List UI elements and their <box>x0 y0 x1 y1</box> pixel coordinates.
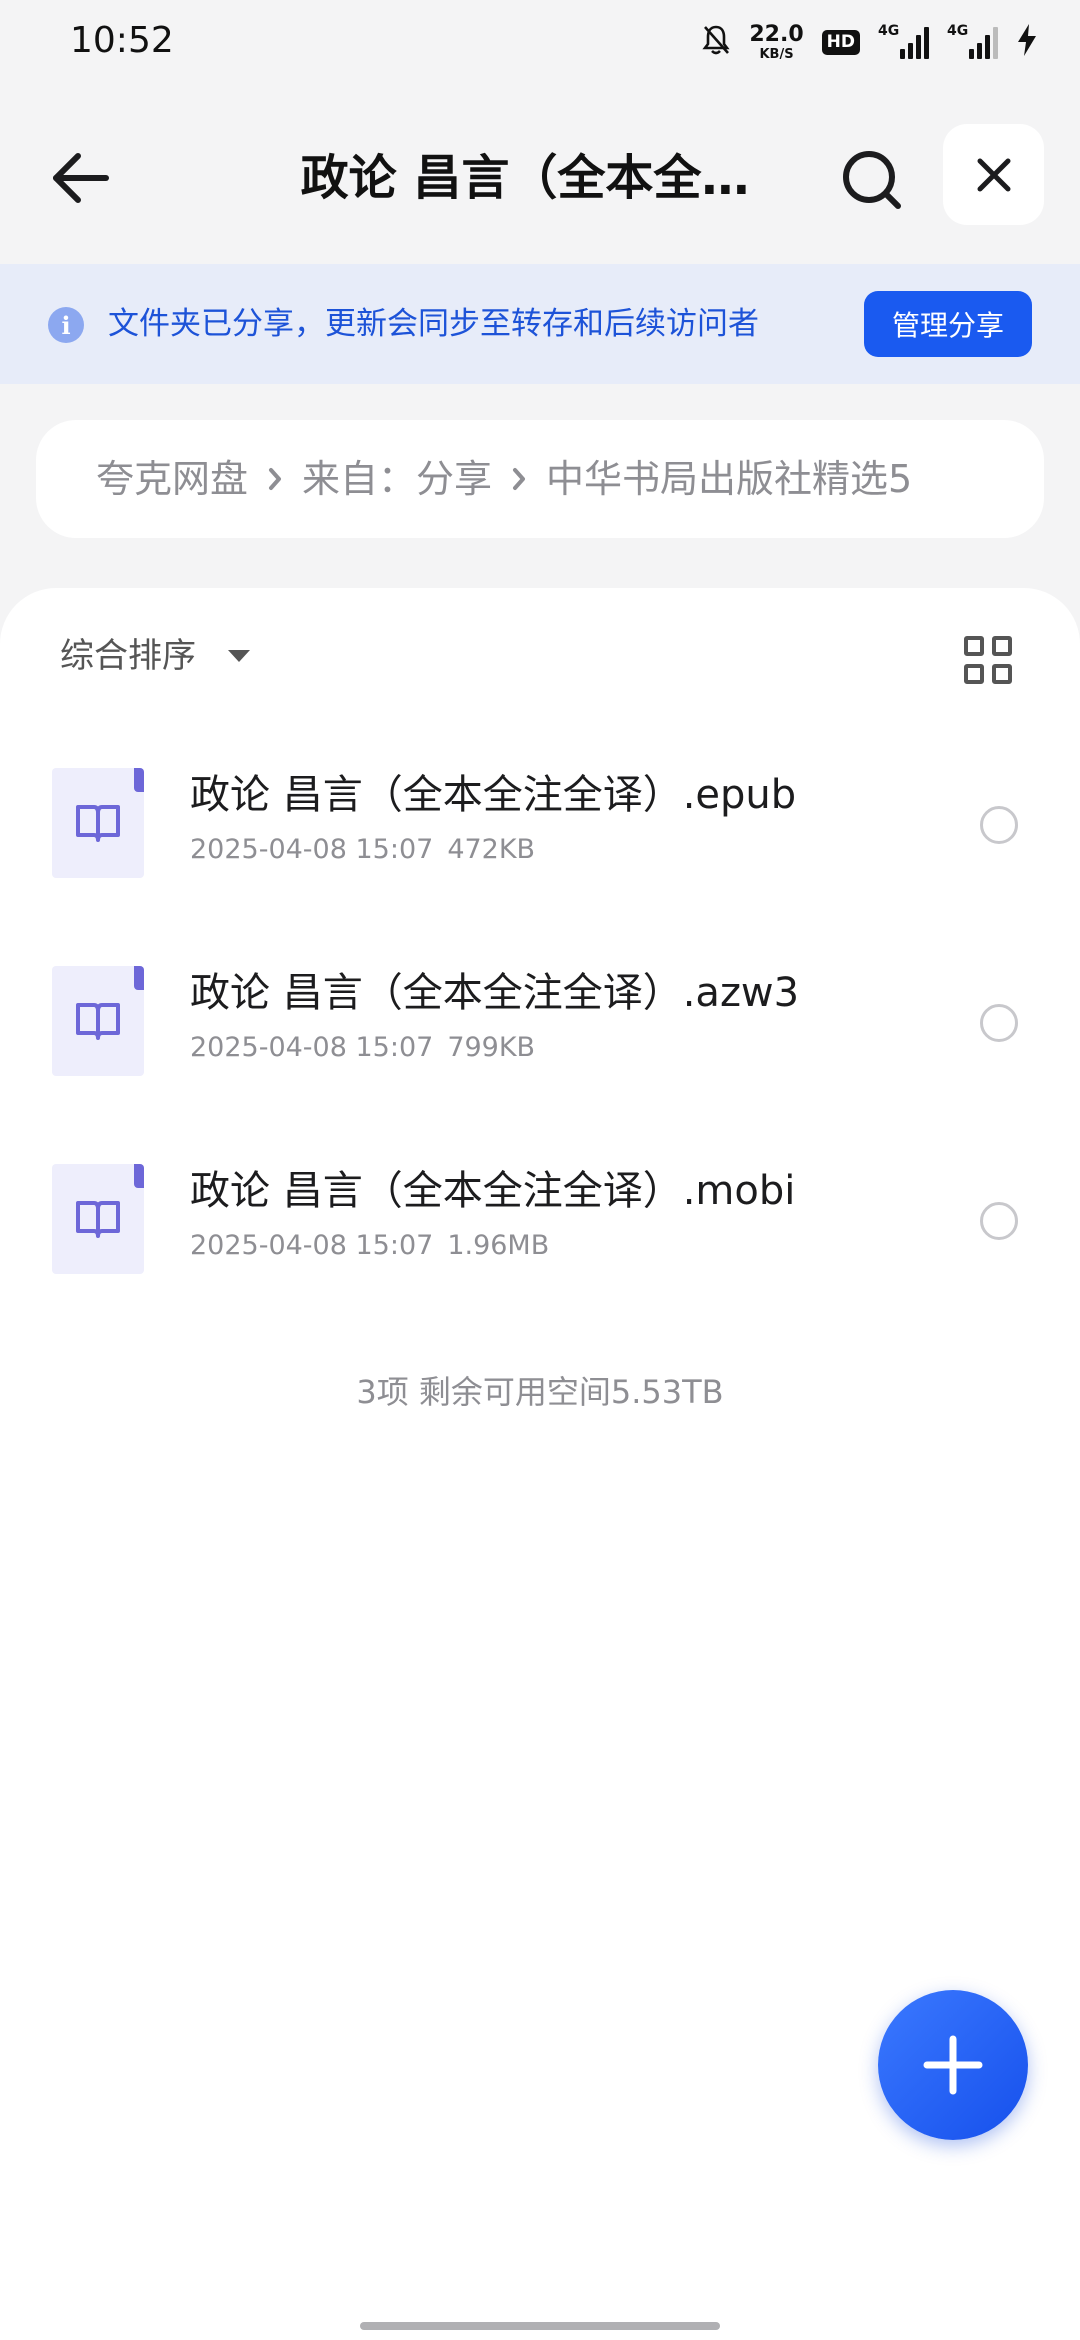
plus-icon <box>923 2035 983 2095</box>
file-date: 2025-04-08 15:07 <box>190 1230 434 1261</box>
status-bar: 10:52 22.0 KB/S HD 4G 4G <box>0 0 1080 84</box>
caret-down-icon[interactable] <box>228 650 250 662</box>
sim2-network-label: 4G <box>947 23 969 39</box>
info-icon: i <box>48 307 84 343</box>
grid-view-icon[interactable] <box>960 632 1016 688</box>
share-banner: i 文件夹已分享，更新会同步至转存和后续访问者 管理分享 <box>0 264 1080 384</box>
status-icons: 22.0 KB/S HD 4G 4G <box>701 18 1038 66</box>
share-banner-text: 文件夹已分享，更新会同步至转存和后续访问者 <box>108 306 759 342</box>
title-bar: 政论 昌言（全本全… <box>0 84 1080 264</box>
network-speed-unit: KB/S <box>759 46 794 62</box>
search-icon <box>843 151 901 209</box>
signal-icon: 4G <box>947 23 998 59</box>
arrow-left-icon <box>53 153 109 203</box>
file-size: 799KB <box>447 1032 536 1063</box>
file-name: 政论 昌言（全本全注全译）.epub <box>190 772 797 818</box>
charging-icon <box>1016 23 1038 61</box>
file-row[interactable]: 政论 昌言（全本全注全译）.epub 2025-04-08 15:07 472KB <box>0 738 1080 888</box>
file-size: 472KB <box>447 834 536 865</box>
breadcrumb: 夸克网盘 来自：分享 中华书局出版社精选5 <box>36 420 1044 538</box>
ebook-icon <box>52 966 144 1076</box>
file-row[interactable]: 政论 昌言（全本全注全译）.mobi 2025-04-08 15:07 1.96M… <box>0 1134 1080 1284</box>
manage-share-button[interactable]: 管理分享 <box>864 291 1032 357</box>
status-time: 10:52 <box>70 20 174 61</box>
home-indicator[interactable] <box>360 2322 720 2330</box>
file-name: 政论 昌言（全本全注全译）.mobi <box>190 1168 796 1214</box>
chevron-right-icon <box>512 455 526 503</box>
ebook-icon <box>52 1164 144 1274</box>
storage-summary: 3项 剩余可用空间5.53TB <box>356 1373 724 1411</box>
signal-icon: 4G <box>878 23 929 59</box>
sort-dropdown[interactable]: 综合排序 <box>60 632 196 680</box>
breadcrumb-item-root[interactable]: 夸克网盘 <box>96 455 248 503</box>
screen: 10:52 22.0 KB/S HD 4G 4G 政论 昌言（全本全… i 文件… <box>0 0 1080 2340</box>
select-checkbox[interactable] <box>980 1004 1018 1042</box>
ebook-icon <box>52 768 144 878</box>
network-speed: 22.0 KB/S <box>749 21 804 62</box>
back-button[interactable] <box>40 138 120 218</box>
file-meta: 2025-04-08 15:07 472KB <box>190 832 535 868</box>
file-date: 2025-04-08 15:07 <box>190 1032 434 1063</box>
page-title: 政论 昌言（全本全… <box>300 150 750 206</box>
sim1-network-label: 4G <box>878 23 900 39</box>
breadcrumb-item-current[interactable]: 中华书局出版社精选5 <box>546 455 912 503</box>
select-checkbox[interactable] <box>980 806 1018 844</box>
file-name: 政论 昌言（全本全注全译）.azw3 <box>190 970 800 1016</box>
select-checkbox[interactable] <box>980 1202 1018 1240</box>
file-row[interactable]: 政论 昌言（全本全注全译）.azw3 2025-04-08 15:07 799KB <box>0 936 1080 1086</box>
bell-off-icon <box>701 24 731 60</box>
file-meta: 2025-04-08 15:07 1.96MB <box>190 1228 549 1264</box>
chevron-right-icon <box>268 455 282 503</box>
network-speed-value: 22.0 <box>749 21 804 47</box>
file-meta: 2025-04-08 15:07 799KB <box>190 1030 535 1066</box>
file-date: 2025-04-08 15:07 <box>190 834 434 865</box>
add-button[interactable] <box>878 1990 1028 2140</box>
close-button[interactable] <box>943 124 1044 225</box>
file-size: 1.96MB <box>447 1230 550 1261</box>
breadcrumb-item-shared[interactable]: 来自：分享 <box>302 455 492 503</box>
search-button[interactable] <box>832 140 912 220</box>
close-icon <box>977 158 1010 191</box>
hd-icon: HD <box>821 29 860 55</box>
